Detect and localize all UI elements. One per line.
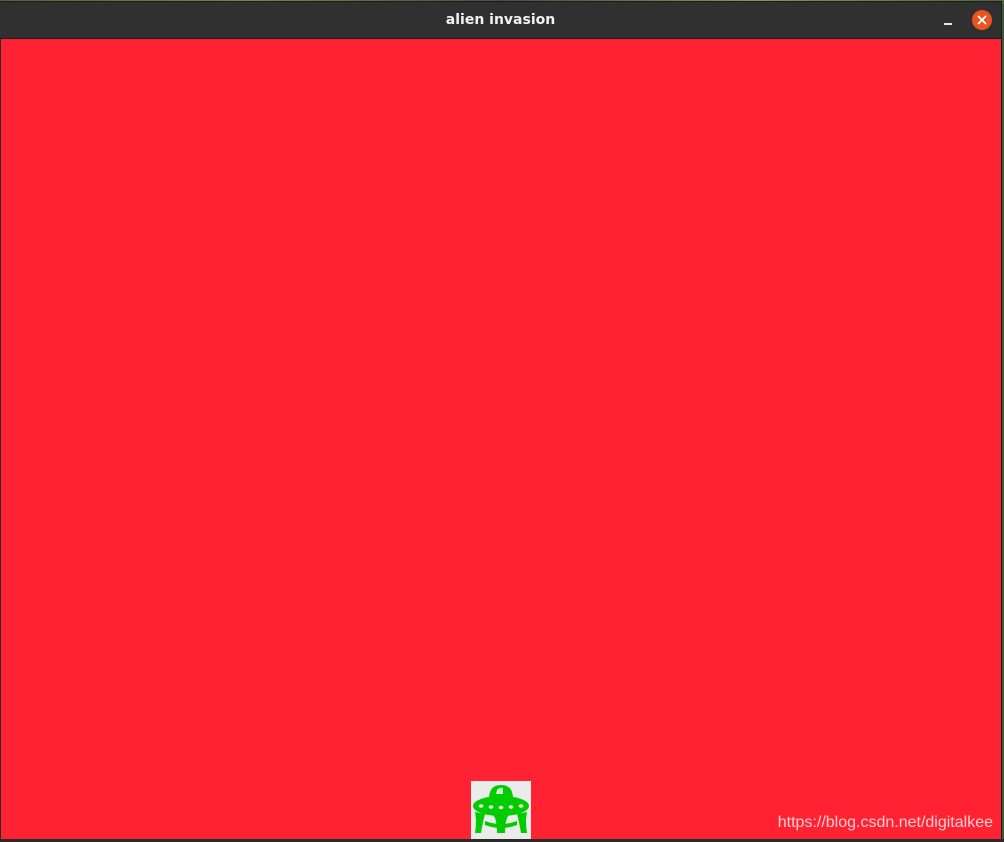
window-title: alien invasion: [445, 12, 556, 28]
window-titlebar[interactable]: alien invasion: [0, 2, 1001, 39]
minimize-icon: [944, 23, 952, 25]
game-screen[interactable]: https://blog.csdn.net/digitalkee: [1, 39, 1001, 839]
close-button[interactable]: [972, 10, 992, 30]
game-window: alien invasion https://blog.csdn.net/dig…: [0, 2, 1001, 840]
close-icon: [977, 15, 987, 25]
ufo-icon: [473, 785, 529, 833]
minimize-button[interactable]: [938, 11, 960, 29]
watermark-text: https://blog.csdn.net/digitalkee: [777, 814, 993, 831]
player-ship: [471, 781, 531, 839]
